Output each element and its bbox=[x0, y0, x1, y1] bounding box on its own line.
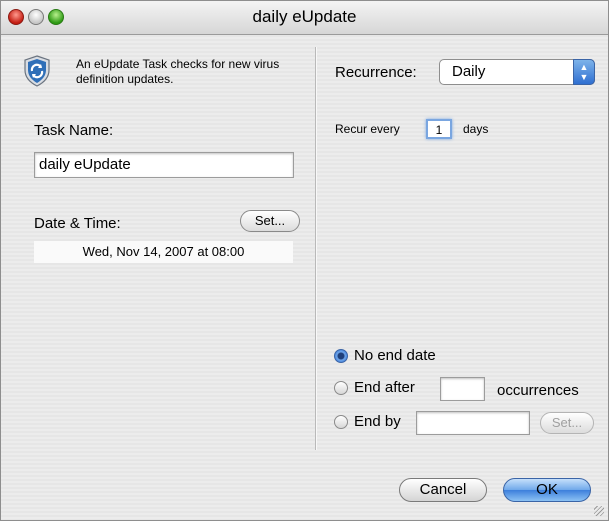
shield-refresh-icon bbox=[24, 55, 50, 87]
recurrence-label: Recurrence: bbox=[335, 64, 417, 81]
end-after-occurrences-field[interactable] bbox=[440, 377, 485, 401]
end-by-radio[interactable] bbox=[334, 415, 348, 429]
recurrence-popup[interactable]: Daily ▲ ▼ bbox=[439, 59, 595, 85]
ok-button[interactable]: OK bbox=[503, 478, 591, 502]
no-end-date-label: No end date bbox=[354, 347, 436, 364]
cancel-button[interactable]: Cancel bbox=[399, 478, 487, 502]
recur-interval-field[interactable]: 1 bbox=[426, 119, 452, 139]
end-after-radio[interactable] bbox=[334, 381, 348, 395]
eupdate-task-window: daily eUpdate An eUpdate Task checks for… bbox=[0, 0, 609, 521]
date-time-label: Date & Time: bbox=[34, 215, 121, 232]
date-set-button[interactable]: Set... bbox=[240, 210, 300, 232]
task-name-label: Task Name: bbox=[34, 122, 114, 139]
task-name-field[interactable]: daily eUpdate bbox=[34, 152, 294, 178]
end-by-label: End by bbox=[354, 413, 401, 430]
column-divider bbox=[315, 47, 317, 450]
end-by-date-field[interactable] bbox=[416, 411, 530, 435]
recur-every-label: Recur every bbox=[335, 122, 400, 136]
title-bar[interactable]: daily eUpdate bbox=[1, 1, 608, 35]
resize-grip-icon[interactable] bbox=[594, 506, 604, 516]
updown-arrows-icon: ▲ ▼ bbox=[573, 59, 595, 85]
recur-days-label: days bbox=[463, 122, 489, 136]
occurrences-label: occurrences bbox=[497, 382, 579, 399]
end-after-label: End after bbox=[354, 379, 415, 396]
window-title: daily eUpdate bbox=[252, 7, 357, 26]
end-by-set-button[interactable]: Set... bbox=[540, 412, 594, 434]
recurrence-selected: Daily bbox=[452, 63, 486, 80]
info-text: An eUpdate Task checks for new virus def… bbox=[76, 57, 280, 86]
no-end-date-radio[interactable] bbox=[334, 349, 348, 363]
date-time-value: Wed, Nov 14, 2007 at 08:00 bbox=[34, 241, 293, 263]
